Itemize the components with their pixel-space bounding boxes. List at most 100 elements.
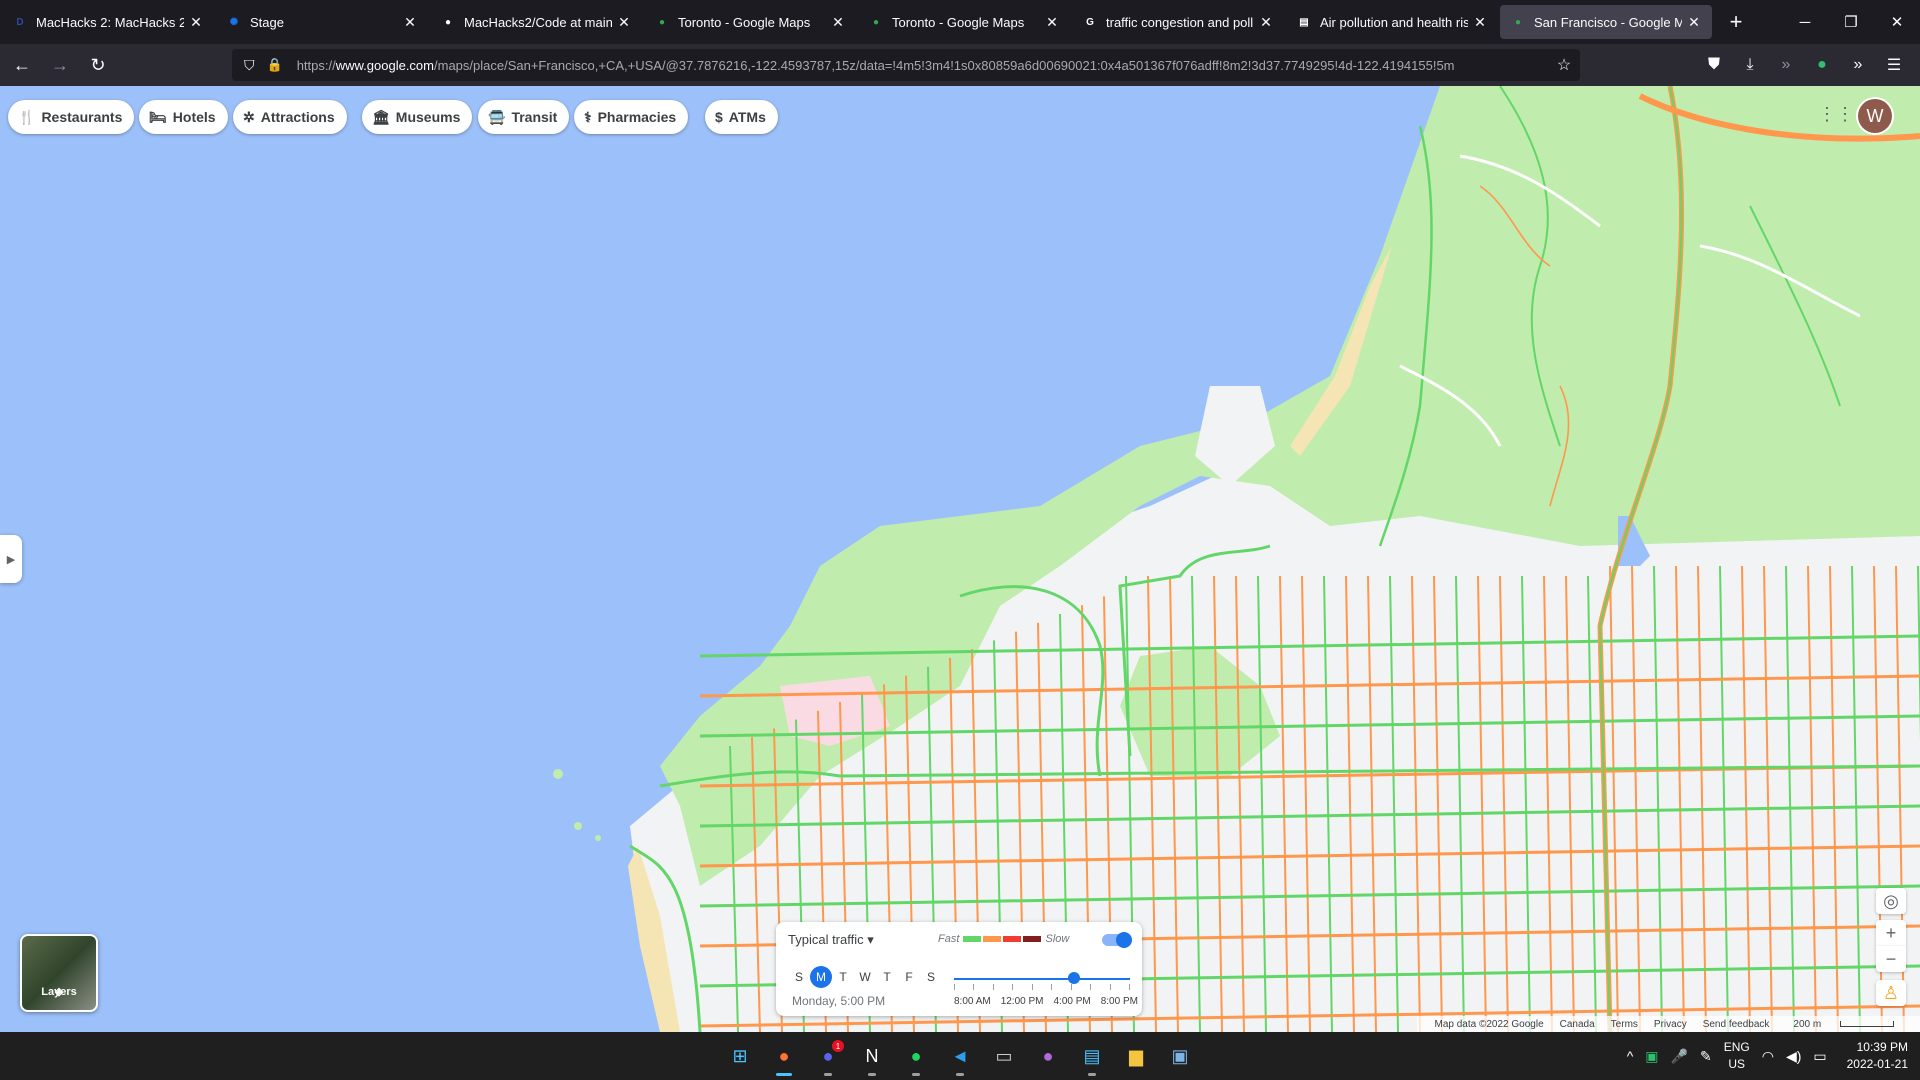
navigation-toolbar: ← → ↻ ⛉ 🔒 https://www.google.com/maps/pl… [0, 44, 1920, 86]
time-slider-ticks [954, 984, 1130, 992]
pegman-icon[interactable]: ♙ [1876, 980, 1906, 1006]
photos-icon[interactable]: ▣ [1164, 1040, 1196, 1072]
extension-forward-icon[interactable]: » [1770, 49, 1802, 81]
my-location-icon[interactable]: ◎ [1876, 888, 1906, 914]
minimize-icon[interactable]: ─ [1782, 0, 1828, 44]
time-label: 12:00 PM [1000, 996, 1044, 1007]
traffic-mode-dropdown[interactable]: Typical traffic ▾ [788, 932, 874, 948]
day-button[interactable]: W [854, 966, 876, 988]
tab-close-icon[interactable]: ✕ [830, 14, 846, 31]
pen-icon[interactable]: ✎ [1700, 1048, 1712, 1065]
browser-tab[interactable]: D MacHacks 2: MacHacks 2 is t✕ [2, 5, 214, 39]
browser-tab[interactable]: ▤ Air pollution and health risks ✕ [1286, 5, 1498, 39]
scale-bar[interactable]: 200 m [1785, 1019, 1902, 1030]
day-button[interactable]: M [810, 966, 832, 988]
footer-link-send-feedback[interactable]: Send feedback [1703, 1019, 1770, 1030]
github-desktop-icon[interactable]: ● [1032, 1040, 1064, 1072]
atms-icon: $ [715, 109, 723, 125]
windows-taskbar: ⊞ ● ● 1 N ● ◄ ▭ ● ▤ ▆ ▣ ^ ▣ 🎤 ✎ ENG US ◠ ◀… [0, 1032, 1920, 1080]
battery-icon[interactable]: ▭ [1813, 1048, 1826, 1065]
download-icon[interactable]: ⤓ [1734, 49, 1766, 81]
traffic-toggle[interactable] [1102, 932, 1132, 948]
terminal-icon[interactable]: ▭ [988, 1040, 1020, 1072]
tab-close-icon[interactable]: ✕ [402, 14, 418, 31]
tab-title: Toronto - Google Maps [678, 14, 811, 30]
time-slider-thumb[interactable] [1067, 972, 1080, 984]
day-button[interactable]: T [832, 966, 854, 988]
browser-tab[interactable]: ● Toronto - Google Maps ✕ [858, 5, 1070, 39]
google-apps-icon[interactable]: ⋮⋮ [1818, 104, 1854, 128]
h-app-icon[interactable]: ▣ [1645, 1048, 1658, 1065]
legend-swatch [1003, 936, 1022, 942]
map-canvas[interactable]: 🍴 Restaurants 🛏 Hotels ✲ Attractions 🏛 Museums 🚍… [0, 86, 1920, 1032]
reload-icon[interactable]: ↻ [82, 49, 114, 81]
category-chip-attractions[interactable]: ✲ Attractions [233, 100, 347, 134]
time-label: 8:00 PM [1100, 996, 1138, 1007]
browser-tab[interactable]: Gtraffic congestion and polluti ✕ [1072, 5, 1284, 39]
wifi-icon[interactable]: ◠ [1762, 1048, 1774, 1065]
day-button[interactable]: T [876, 966, 898, 988]
spotify-icon[interactable]: ● [900, 1040, 932, 1076]
forward-icon[interactable]: → [44, 49, 76, 81]
discord-icon[interactable]: ● 1 [812, 1040, 844, 1076]
browser-tab[interactable]: ✺ Stage ✕ [216, 5, 428, 39]
tab-close-icon[interactable]: ✕ [1044, 14, 1060, 31]
category-chip-hotels[interactable]: 🛏 Hotels [139, 100, 228, 134]
lock-icon[interactable]: 🔒 [267, 57, 283, 73]
day-button[interactable]: S [920, 966, 942, 988]
notepad-icon[interactable]: ▤ [1076, 1040, 1108, 1076]
category-chip-restaurants[interactable]: 🍴 Restaurants [8, 100, 135, 134]
zoom-out-button[interactable]: − [1876, 946, 1906, 972]
vscode-icon[interactable]: ◄ [944, 1040, 976, 1076]
lang-top: ENG [1723, 1040, 1750, 1054]
browser-tab[interactable]: ● MacHacks2/Code at main · dr✕ [430, 5, 642, 39]
new-tab-button[interactable]: + [1720, 6, 1752, 38]
tab-title: Air pollution and health risks [1320, 14, 1468, 30]
time-slider-track[interactable] [954, 978, 1130, 980]
pocket-icon[interactable]: ⛊ [1698, 49, 1730, 81]
restore-icon[interactable]: ❐ [1828, 0, 1874, 44]
language-indicator[interactable]: ENG US [1724, 1039, 1750, 1073]
account-avatar[interactable]: W [1858, 99, 1892, 133]
layers-button[interactable]: ◈ Layers [20, 934, 98, 1012]
day-button[interactable]: S [788, 966, 810, 988]
category-chip-transit[interactable]: 🚍 Transit [478, 100, 570, 134]
chevron-up-icon[interactable]: ^ [1627, 1048, 1634, 1064]
back-icon[interactable]: ← [6, 49, 38, 81]
footer-link-privacy[interactable]: Privacy [1654, 1019, 1687, 1030]
footer-link-terms[interactable]: Terms [1611, 1019, 1638, 1030]
firefox-icon[interactable]: ● [768, 1040, 800, 1076]
volume-icon[interactable]: ◀) [1786, 1048, 1801, 1065]
legend-swatch [983, 936, 1002, 942]
hamburger-menu-icon[interactable]: ☰ [1878, 49, 1910, 81]
browser-tab[interactable]: ● San Francisco - Google Maps✕ [1500, 5, 1712, 39]
bookmark-star-icon[interactable]: ☆ [1548, 49, 1580, 81]
category-chip-atms[interactable]: $ ATMs [705, 100, 778, 134]
tab-favicon-icon: ● [658, 16, 666, 28]
clock[interactable]: 10:39 PM 2022-01-21 [1847, 1039, 1908, 1073]
grammarly-icon[interactable]: ● [1806, 49, 1838, 81]
tab-favicon-icon: ▤ [1299, 16, 1309, 28]
expand-side-panel-icon[interactable]: ▶ [0, 535, 22, 583]
microphone-icon[interactable]: 🎤 [1671, 1048, 1688, 1065]
traffic-legend: Fast Slow [938, 933, 1069, 945]
zoom-in-button[interactable]: + [1876, 920, 1906, 946]
tab-close-icon[interactable]: ✕ [616, 14, 632, 31]
close-window-icon[interactable]: ✕ [1874, 0, 1920, 44]
tab-close-icon[interactable]: ✕ [188, 14, 204, 31]
tab-close-icon[interactable]: ✕ [1472, 14, 1488, 31]
file-explorer-icon[interactable]: ▆ [1120, 1040, 1152, 1072]
windows-start-icon[interactable]: ⊞ [724, 1040, 756, 1072]
category-chip-museums[interactable]: 🏛 Museums [362, 100, 473, 134]
notion-icon[interactable]: N [856, 1040, 888, 1076]
day-button[interactable]: F [898, 966, 920, 988]
category-chip-pharmacies[interactable]: ⚕ Pharmacies [574, 100, 689, 134]
shield-icon[interactable]: ⛉ [244, 57, 255, 74]
url-text[interactable]: https://www.google.com/maps/place/San+Fr… [297, 58, 1567, 73]
footer-link-canada[interactable]: Canada [1560, 1019, 1595, 1030]
overflow-chevron-icon[interactable]: » [1842, 49, 1874, 81]
browser-tab[interactable]: ● Toronto - Google Maps ✕ [644, 5, 856, 39]
tab-close-icon[interactable]: ✕ [1686, 14, 1702, 31]
tab-close-icon[interactable]: ✕ [1258, 14, 1274, 31]
address-bar[interactable]: ⛉ 🔒 https://www.google.com/maps/place/Sa… [232, 49, 1580, 81]
